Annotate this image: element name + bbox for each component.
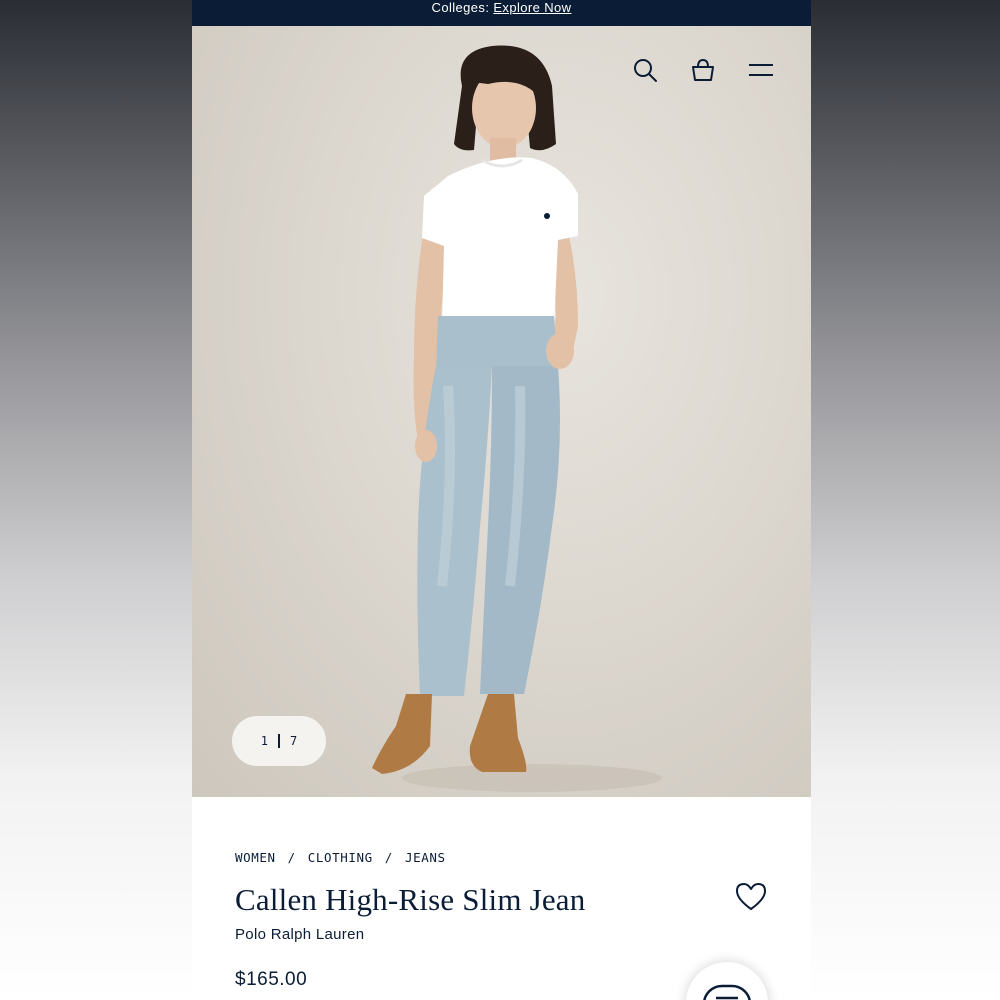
shopping-bag-icon[interactable]	[689, 56, 717, 84]
chat-icon	[703, 984, 751, 1000]
promo-prefix: Colleges:	[431, 0, 490, 15]
product-photo	[372, 45, 662, 792]
header-icons	[631, 56, 775, 84]
explore-now-link[interactable]: Explore Now	[493, 0, 571, 15]
breadcrumb-separator: /	[384, 850, 393, 865]
product-brand: Polo Ralph Lauren	[235, 926, 365, 943]
counter-separator	[278, 734, 280, 748]
product-page: Colleges: Explore Now 1 7 WOMEN / CLOTHI…	[192, 0, 811, 1000]
breadcrumb-separator: /	[287, 850, 296, 865]
chat-button[interactable]	[686, 962, 768, 1000]
product-info: WOMEN / CLOTHING / JEANS Callen High-Ris…	[192, 797, 811, 1000]
search-icon[interactable]	[631, 56, 659, 84]
current-image-index: 1	[260, 734, 268, 748]
breadcrumb-women[interactable]: WOMEN	[235, 850, 276, 865]
breadcrumb: WOMEN / CLOTHING / JEANS	[235, 850, 446, 865]
product-price: $165.00	[235, 969, 308, 990]
breadcrumb-jeans[interactable]: JEANS	[405, 850, 446, 865]
promo-banner: Colleges: Explore Now	[192, 0, 811, 26]
menu-icon[interactable]	[747, 56, 775, 84]
product-title: Callen High-Rise Slim Jean	[235, 882, 586, 917]
wishlist-heart-icon[interactable]	[735, 882, 769, 914]
product-image-gallery[interactable]: 1 7	[192, 26, 811, 797]
breadcrumb-clothing[interactable]: CLOTHING	[308, 850, 373, 865]
total-image-count: 7	[290, 734, 298, 748]
image-counter: 1 7	[232, 716, 326, 766]
